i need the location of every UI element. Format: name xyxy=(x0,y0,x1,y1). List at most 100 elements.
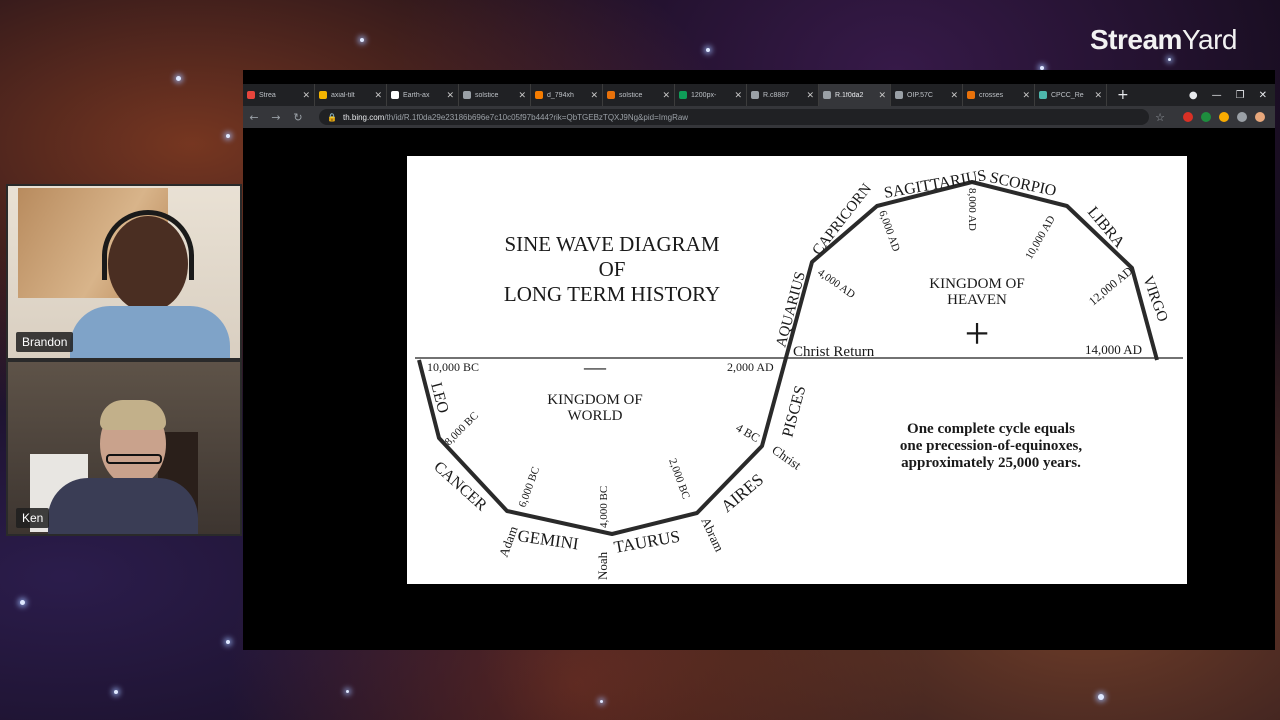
minus-sign: — xyxy=(583,354,607,379)
cycle-text-line-1: One complete cycle equals xyxy=(907,421,1075,437)
tab-close-icon[interactable]: ✕ xyxy=(302,90,310,101)
tab-close-icon[interactable]: ✕ xyxy=(446,90,454,101)
star xyxy=(1168,58,1171,61)
tab-close-icon[interactable]: ✕ xyxy=(662,90,670,101)
date-14000-ad: 14,000 AD xyxy=(1085,342,1142,357)
date-2000-bc: 2,000 BC xyxy=(666,457,692,501)
date-6000-ad: 6,000 AD xyxy=(876,209,902,253)
extension-icon[interactable] xyxy=(1201,112,1211,122)
extensions xyxy=(1183,112,1265,122)
tab-favicon-icon xyxy=(1039,91,1047,99)
kingdom-heaven-line-2: HEAVEN xyxy=(947,292,1007,308)
kingdom-world-line-1: KINGDOM OF xyxy=(547,392,642,408)
tab-favicon-icon xyxy=(535,91,543,99)
back-arrow-icon[interactable]: ← xyxy=(243,111,265,124)
date-12000-ad: 12,000 AD xyxy=(1086,264,1136,309)
sine-wave-diagram: SINE WAVE DIAGRAM OF LONG TERM HISTORY —… xyxy=(415,167,1183,580)
tab-label: Earth-ax xyxy=(403,91,430,99)
extension-icon[interactable] xyxy=(1237,112,1247,122)
date-8000-bc: 8,000 BC xyxy=(443,410,481,448)
tab-label: axial-tilt xyxy=(331,91,355,99)
browser-tab[interactable]: CPCC_Re ✕ xyxy=(1035,84,1107,106)
star xyxy=(706,48,710,52)
star xyxy=(600,700,603,703)
tab-favicon-icon xyxy=(967,91,975,99)
browser-tab[interactable]: 1200px- ✕ xyxy=(675,84,747,106)
browser-tab[interactable]: OIP.57C ✕ xyxy=(891,84,963,106)
hair xyxy=(100,400,166,430)
tab-label: solstice xyxy=(619,91,643,99)
tab-favicon-icon xyxy=(679,91,687,99)
brand-yard: Yard xyxy=(1181,24,1238,55)
tab-close-icon[interactable]: ✕ xyxy=(518,90,526,101)
plus-sign: + xyxy=(965,309,990,358)
tab-close-icon[interactable]: ✕ xyxy=(1022,90,1030,101)
diagram-title-line-3: LONG TERM HISTORY xyxy=(504,282,720,306)
star xyxy=(1098,694,1104,700)
tab-close-icon[interactable]: ✕ xyxy=(878,90,886,101)
browser-tab[interactable]: R.1f0da2 ✕ xyxy=(819,84,891,106)
person-noah: Noah xyxy=(595,551,610,580)
restore-button[interactable]: ❐ xyxy=(1236,90,1245,101)
browser-tab[interactable]: d_794xh ✕ xyxy=(531,84,603,106)
date-10000-ad: 10,000 AD xyxy=(1023,214,1058,262)
tab-bar: Strea ✕ axial-tilt ✕ Earth-ax ✕ solstice ✕ d_794… xyxy=(243,84,1275,106)
sign-gemini: GEMINI xyxy=(516,526,580,553)
sign-aires: AIRES xyxy=(717,470,767,516)
participant-tile-brandon[interactable]: Brandon xyxy=(6,184,242,360)
reload-icon[interactable]: ↻ xyxy=(287,111,309,124)
star xyxy=(346,690,349,693)
date-6000-bc: 6,000 BC xyxy=(517,465,543,509)
tab-close-icon[interactable]: ✕ xyxy=(734,90,742,101)
tab-close-icon[interactable]: ✕ xyxy=(590,90,598,101)
person-body xyxy=(70,306,230,358)
tab-label: R.c8887 xyxy=(763,91,790,99)
star xyxy=(176,76,181,81)
sign-cancer: CANCER xyxy=(430,458,490,514)
tab-favicon-icon xyxy=(391,91,399,99)
date-4000-ad: 4,000 AD xyxy=(815,267,857,301)
sign-pisces: PISCES xyxy=(779,384,809,439)
tab-close-icon[interactable]: ✕ xyxy=(950,90,958,101)
tab-close-icon[interactable]: ✕ xyxy=(806,90,814,101)
forward-arrow-icon[interactable]: → xyxy=(265,111,287,124)
lock-icon: 🔒 xyxy=(327,112,337,122)
tab-close-icon[interactable]: ✕ xyxy=(374,90,382,101)
tab-label: crosses xyxy=(979,91,1004,99)
profile-icon[interactable]: ● xyxy=(1189,90,1198,101)
glasses-icon xyxy=(106,454,162,464)
tab-favicon-icon xyxy=(319,91,327,99)
browser-tab[interactable]: crosses ✕ xyxy=(963,84,1035,106)
tab-label: solstice xyxy=(475,91,499,99)
browser-tab[interactable]: R.c8887 ✕ xyxy=(747,84,819,106)
browser-tab[interactable]: Earth-ax ✕ xyxy=(387,84,459,106)
star xyxy=(226,134,230,138)
avatar[interactable] xyxy=(1255,112,1265,122)
date-10000-bc: 10,000 BC xyxy=(427,360,479,374)
new-tab-button[interactable]: + xyxy=(1117,87,1129,103)
christ-return-label: Christ Return xyxy=(793,344,875,360)
cycle-text-line-2: one precession-of-equinoxes, xyxy=(900,438,1082,454)
url-field[interactable]: 🔒 th.bing.com/th/id/R.1f0da29e23186b696e… xyxy=(319,109,1149,125)
minimize-button[interactable]: — xyxy=(1212,90,1222,101)
tab-close-icon[interactable]: ✕ xyxy=(1094,90,1102,101)
close-window-button[interactable]: ✕ xyxy=(1259,90,1267,101)
star xyxy=(114,690,118,694)
person-abram: Abram xyxy=(698,515,727,554)
tab-label: 1200px- xyxy=(691,91,717,99)
browser-tab[interactable]: solstice ✕ xyxy=(459,84,531,106)
sign-aquarius: AQUARIUS xyxy=(773,270,809,349)
browser-tab[interactable]: Strea ✕ xyxy=(243,84,315,106)
extension-icon[interactable] xyxy=(1219,112,1229,122)
bookmark-star-icon[interactable]: ☆ xyxy=(1149,111,1171,124)
browser-tab[interactable]: solstice ✕ xyxy=(603,84,675,106)
tab-strip: Strea ✕ axial-tilt ✕ Earth-ax ✕ solstice ✕ d_794… xyxy=(243,84,1107,106)
tab-label: CPCC_Re xyxy=(1051,91,1084,99)
tab-favicon-icon xyxy=(895,91,903,99)
browser-tab[interactable]: axial-tilt ✕ xyxy=(315,84,387,106)
streamyard-logo: StreamYard xyxy=(1090,24,1238,56)
date-2000-ad: 2,000 AD xyxy=(727,360,774,374)
extension-icon[interactable] xyxy=(1183,112,1193,122)
participant-tile-ken[interactable]: Ken xyxy=(6,360,242,536)
sign-capricorn: CAPRICORN xyxy=(810,181,876,259)
